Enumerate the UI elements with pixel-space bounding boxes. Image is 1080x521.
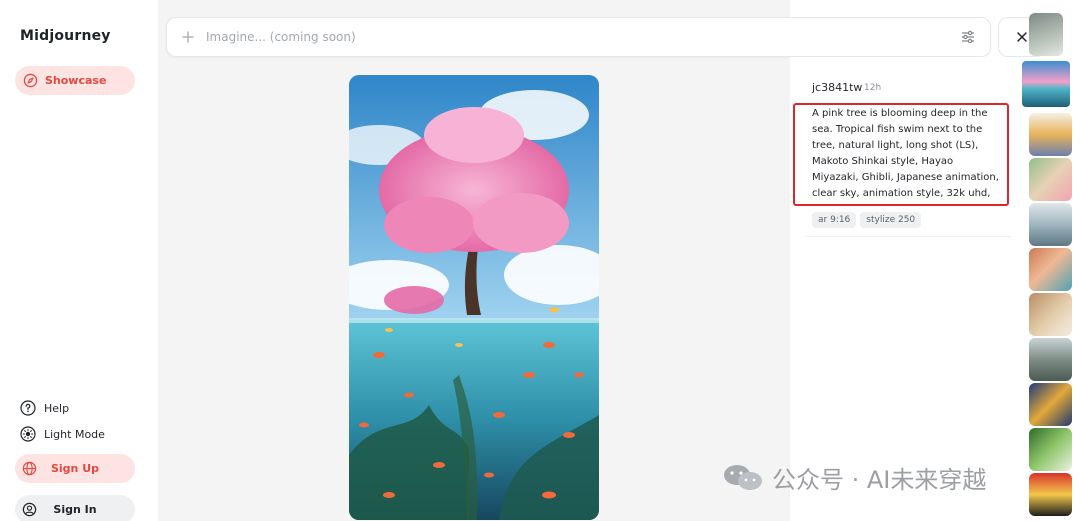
- thumbnail[interactable]: [1029, 13, 1063, 56]
- compass-icon: [23, 73, 38, 88]
- thumbnail-selected[interactable]: [1020, 59, 1072, 109]
- thumbnail[interactable]: [1029, 203, 1072, 246]
- help-link[interactable]: Help: [20, 400, 69, 416]
- post-time: 12h: [864, 83, 882, 93]
- thumbnail[interactable]: [1029, 248, 1072, 291]
- sign-in-label: Sign In: [53, 503, 97, 516]
- thumbnail[interactable]: [1029, 383, 1072, 426]
- help-circle-icon: [20, 400, 36, 416]
- thumbnail[interactable]: [1029, 113, 1072, 156]
- param-tag[interactable]: stylize 250: [860, 212, 922, 228]
- generated-image[interactable]: [349, 75, 599, 520]
- sign-in-button[interactable]: Sign In: [15, 495, 135, 521]
- plus-icon[interactable]: [181, 30, 195, 44]
- thumbnail[interactable]: [1029, 293, 1072, 336]
- sign-up-label: Sign Up: [50, 462, 100, 475]
- thumbnail-strip: [1020, 13, 1080, 521]
- param-tags: ar 9:16 stylize 250: [812, 212, 922, 228]
- prompt-text: A pink tree is blooming deep in the sea.…: [812, 108, 999, 199]
- param-tag[interactable]: ar 9:16: [812, 212, 857, 228]
- thumbnail[interactable]: [1029, 428, 1072, 471]
- sliders-icon[interactable]: [960, 29, 976, 45]
- app-logo[interactable]: Midjourney: [20, 28, 111, 44]
- sun-icon: [20, 426, 36, 442]
- imagine-bar: [166, 17, 991, 57]
- light-mode-toggle[interactable]: Light Mode: [20, 426, 105, 442]
- help-label: Help: [44, 401, 70, 415]
- thumbnail[interactable]: [1029, 158, 1072, 201]
- thumbnail[interactable]: [1029, 338, 1072, 381]
- watermark-text: 公众号 · AI未来穿越: [772, 466, 987, 494]
- sign-up-button[interactable]: Sign Up: [15, 454, 135, 483]
- author-name[interactable]: jc3841tw: [812, 81, 862, 94]
- thumbnail[interactable]: [1029, 473, 1072, 516]
- watermark: 公众号 · AI未来穿越: [722, 460, 986, 495]
- imagine-input[interactable]: [206, 30, 806, 44]
- nav-showcase-label: Showcase: [45, 74, 107, 87]
- sidebar: Midjourney Showcase Help Light Mode Sign…: [0, 0, 158, 521]
- wechat-icon: [722, 462, 764, 494]
- divider: [806, 236, 1011, 237]
- nav-showcase[interactable]: Showcase: [15, 66, 135, 95]
- light-mode-label: Light Mode: [44, 427, 105, 441]
